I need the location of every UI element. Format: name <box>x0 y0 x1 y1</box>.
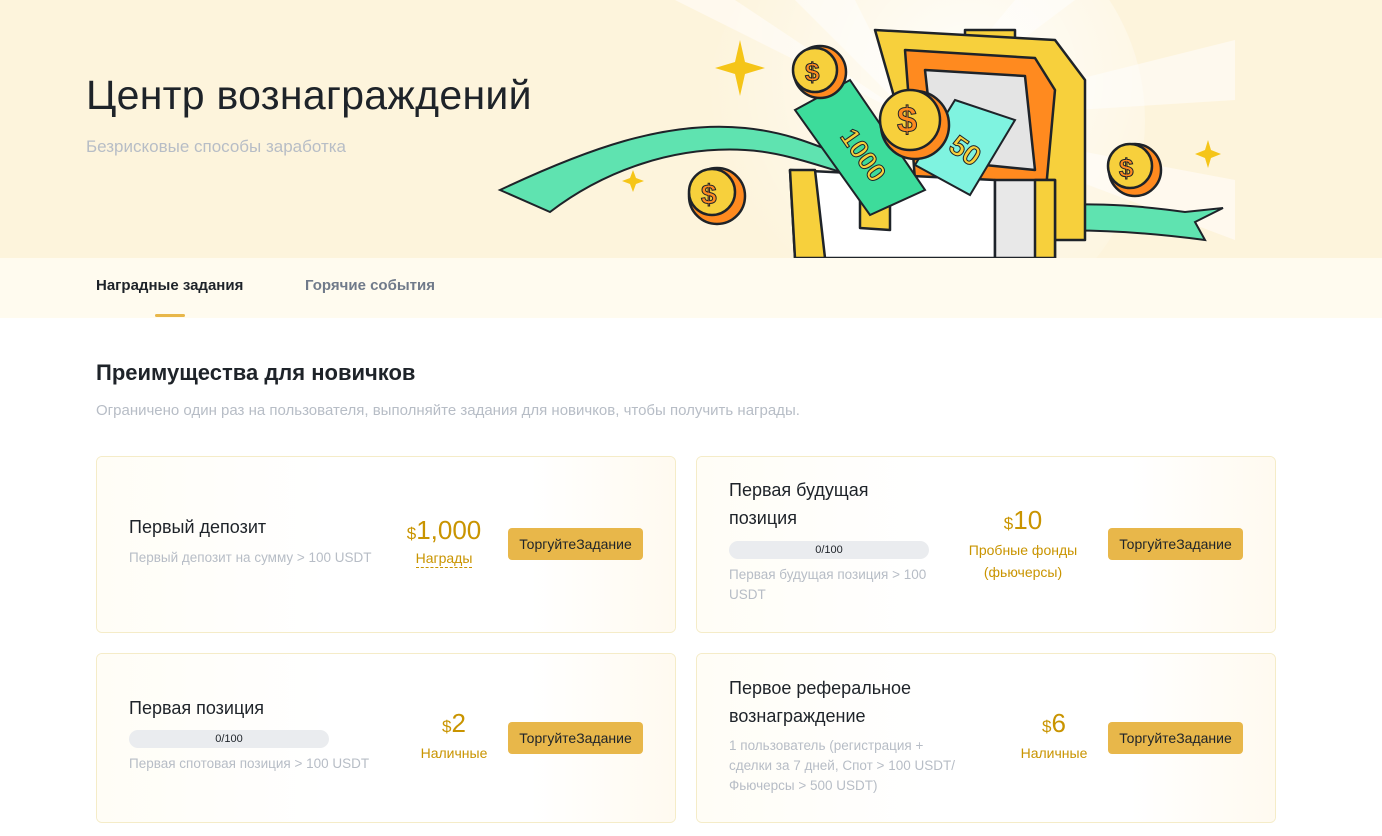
task-card-first-referral: Первое реферальное вознаграждение 1 поль… <box>696 653 1276 823</box>
tab-hot-events[interactable]: Горячие события <box>305 277 435 294</box>
tab-bar: Наградные задания Горячие события <box>0 258 1382 318</box>
task-card-first-position: Первая позиция 0/100 Первая спотовая поз… <box>96 653 676 823</box>
trade-task-button[interactable]: ТоргуйтеЗадание <box>1108 528 1243 560</box>
task-description: 1 пользователь (регистрация + сделки за … <box>729 738 955 793</box>
task-description: Первая спотовая позиция > 100 USDT <box>129 756 370 771</box>
reward-label: Пробные фонды (фьючерсы) <box>968 542 1078 580</box>
task-title: Первый депозит <box>129 517 267 537</box>
reward-amount: $2 <box>442 708 466 738</box>
svg-text:$: $ <box>1119 153 1134 183</box>
reward-label[interactable]: Награды <box>415 549 473 568</box>
active-tab-indicator <box>155 314 185 317</box>
reward-label: Наличные <box>420 745 488 761</box>
task-title: Первая позиция <box>129 698 265 718</box>
task-title: Первое реферальное вознаграждение <box>729 678 912 726</box>
tab-reward-tasks[interactable]: Наградные задания <box>96 277 243 294</box>
page-title: Центр вознаграждений <box>86 72 532 118</box>
task-progress-bar: 0/100 <box>129 730 329 748</box>
page-subtitle: Безрисковые способы заработка <box>86 137 347 156</box>
reward-amount: $10 <box>1003 505 1043 535</box>
trade-task-button[interactable]: ТоргуйтеЗадание <box>508 722 643 754</box>
svg-text:$: $ <box>701 179 717 210</box>
reward-amount: $1,000 <box>406 515 482 545</box>
reward-block: $10 Пробные фонды (фьючерсы) <box>958 505 1088 583</box>
section-subtitle: Ограничено один раз на пользователя, вып… <box>96 402 800 419</box>
task-progress-bar: 0/100 <box>729 541 929 559</box>
section-title: Преимущества для новичков <box>96 360 416 385</box>
trade-task-button[interactable]: ТоргуйтеЗадание <box>508 528 643 560</box>
trade-task-button[interactable]: ТоргуйтеЗадание <box>1108 722 1243 754</box>
task-description: Первый депозит на сумму > 100 USDT <box>129 550 372 565</box>
task-card-first-futures-position: Первая будущая позиция 0/100 Первая буду… <box>696 456 1276 633</box>
progress-text: 0/100 <box>815 544 843 556</box>
reward-label: Наличные <box>1020 745 1088 761</box>
task-card-first-deposit: Первый депозит Первый депозит на сумму >… <box>96 456 676 633</box>
task-title: Первая будущая позиция <box>729 480 869 528</box>
svg-text:$: $ <box>805 57 820 87</box>
treasure-chest-illustration: 1000 50 $ $ $ $ <box>497 0 1235 258</box>
task-description: Первая будущая позиция > 100 USDT <box>729 567 927 602</box>
reward-block: $6 Наличные <box>989 708 1119 764</box>
reward-block: $1,000 Награды <box>379 515 509 568</box>
progress-text: 0/100 <box>215 733 243 745</box>
reward-block: $2 Наличные <box>389 708 519 764</box>
hero-banner: Центр вознаграждений Безрисковые способы… <box>0 0 1382 258</box>
reward-amount: $6 <box>1042 708 1066 738</box>
svg-text:$: $ <box>897 99 917 140</box>
